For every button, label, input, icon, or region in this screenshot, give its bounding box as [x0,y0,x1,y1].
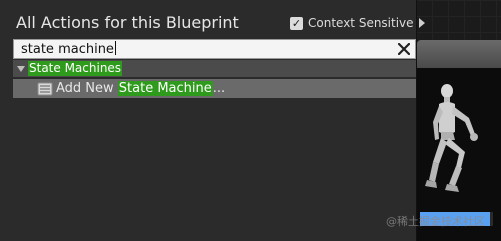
action-highlight: State Machine [117,81,213,96]
action-prefix: Add New [56,81,118,96]
action-suffix: ... [212,81,226,96]
search-query: state machine [21,42,114,57]
category-state-machines[interactable]: State Machines [13,60,416,77]
action-menu-popup: All Actions for this Blueprint ✓ Context… [0,0,425,241]
action-add-new-state-machine[interactable]: Add New State Machine... [13,79,416,98]
search-input[interactable]: state machine [13,39,416,59]
close-icon[interactable] [398,43,410,55]
category-label: State Machines [28,61,123,76]
search-value[interactable]: state machine [21,41,116,58]
popup-title: All Actions for this Blueprint [16,13,239,32]
checkmark-icon[interactable]: ✓ [290,16,303,30]
mannequin-figure [425,84,478,192]
triangle-right-icon[interactable] [418,18,425,28]
watermark: @稀土掘金技术社区 [386,215,485,228]
action-label: Add New State Machine... [56,80,225,97]
text-caret [114,41,116,55]
clear-search-button[interactable] [396,41,412,57]
state-machine-icon [37,82,53,95]
action-results-list: State Machines Add New State Machine... [13,60,416,98]
triangle-down-icon[interactable] [17,65,25,72]
context-sensitive-toggle[interactable]: ✓ Context Sensitive [290,14,425,32]
context-sensitive-label: Context Sensitive [308,16,414,30]
preview-header [417,40,501,68]
